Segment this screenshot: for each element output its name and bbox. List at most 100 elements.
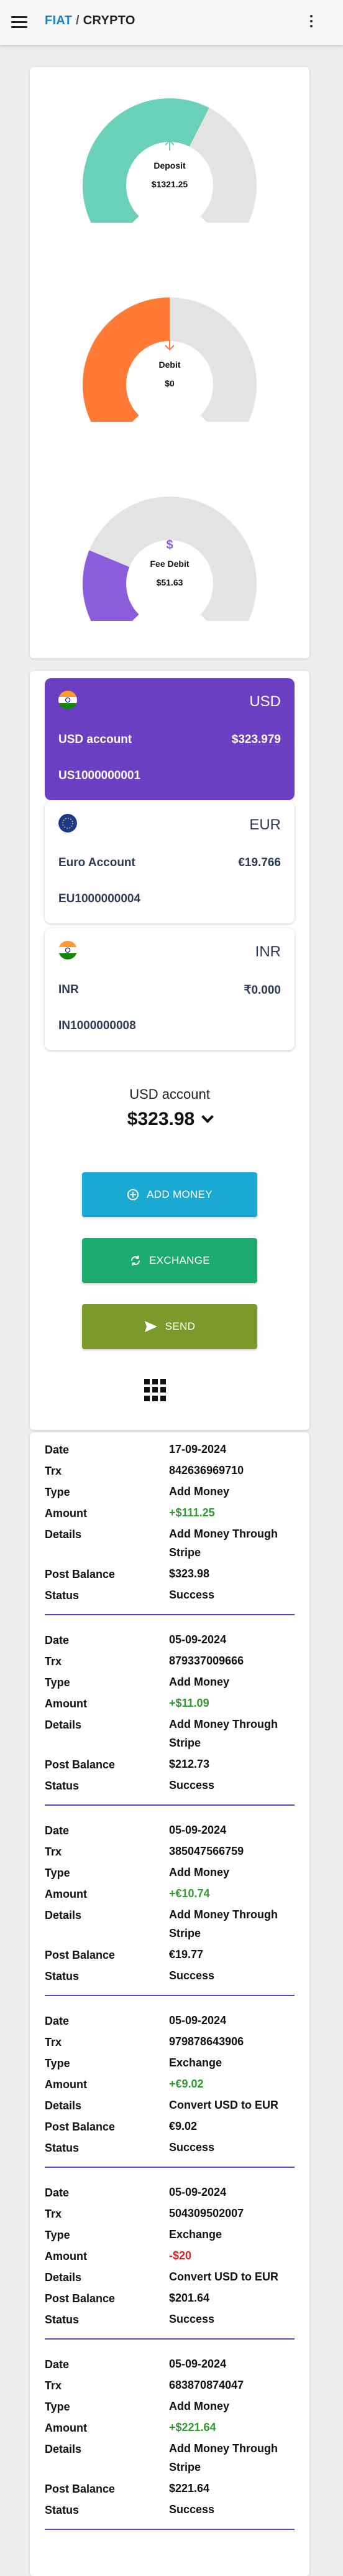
app-title: FIAT / CRYPTO [45, 14, 135, 28]
tx-row-date: Date 05-09-2024 [45, 1630, 295, 1651]
fee-debit-value: $51.63 [156, 577, 183, 587]
deposit-gauge: Deposit $1321.25 [30, 73, 309, 223]
fee-debit-gauge-chart: $ [83, 497, 257, 621]
debit-label: Debit [158, 360, 181, 370]
tx-row-trx: Trx 504309502007 [45, 2204, 295, 2225]
tx-value: $212.73 [169, 1758, 210, 1770]
tx-label: Status [45, 2313, 80, 2326]
account-currency: USD [249, 693, 281, 710]
tx-row-status: Status Success [45, 2500, 295, 2521]
tx-row-date: Date 05-09-2024 [45, 2011, 295, 2032]
transactions-card: Date 17-09-2024 Trx 842636969710 Type Add Mon… [30, 1432, 309, 2576]
tx-label: Status [45, 2142, 80, 2154]
tx-row-post-balance: Post Balance €9.02 [45, 2117, 295, 2138]
account-card-usd[interactable]: USD USD account $323.979 US1000000001 [45, 678, 295, 800]
tx-label: Details [45, 1719, 82, 1731]
tx-row-status: Status Success [45, 1966, 295, 1987]
tx-value: 17-09-2024 [169, 1443, 227, 1455]
tx-row-status: Status Success [45, 1585, 295, 1607]
tx-row-amount: Amount -$20 [45, 2246, 295, 2267]
transaction-item: Date 05-09-2024 Trx 979878643906 Type Exchang… [45, 2011, 295, 2168]
exchange-button[interactable]: EXCHANGE [82, 1238, 257, 1283]
tx-label: Date [45, 2015, 70, 2027]
tx-label: Post Balance [45, 1949, 116, 1961]
tx-label: Post Balance [45, 2292, 116, 2305]
tx-label: Trx [45, 1655, 62, 1668]
chevron-down-icon[interactable] [201, 1111, 214, 1123]
brand-separator: / [72, 14, 83, 27]
send-icon [144, 1320, 158, 1333]
menu-icon[interactable] [11, 16, 27, 29]
tx-value: Add Money Through Stripe [169, 1528, 278, 1559]
debit-gauge-chart [83, 297, 257, 422]
send-label: SEND [165, 1320, 196, 1332]
add-money-label: ADD MONEY [147, 1188, 213, 1200]
selected-account-balance: $323.98 [127, 1109, 195, 1129]
account-selector[interactable]: $323.98 [30, 1109, 309, 1130]
tx-value: 05-09-2024 [169, 1824, 227, 1836]
tx-label: Amount [45, 1507, 87, 1519]
tx-row-details: Details Add Money Through Stripe [45, 2439, 295, 2479]
tx-row-post-balance: Post Balance $221.64 [45, 2479, 295, 2500]
account-card-eur[interactable]: EUR Euro Account €19.766 EU1000000004 [45, 801, 295, 923]
tx-value: 05-09-2024 [169, 2014, 227, 2027]
tx-row-type: Type Add Money [45, 1863, 295, 1884]
gauge-fill [83, 98, 209, 223]
tx-value: Convert USD to EUR [169, 2099, 279, 2111]
account-currency: EUR [249, 816, 281, 833]
tx-label: Type [45, 2057, 70, 2070]
tx-row-type: Type Exchange [45, 2225, 295, 2246]
tx-value: 879337009666 [169, 1654, 244, 1667]
sync-icon [129, 1254, 142, 1267]
tx-label: Post Balance [45, 2121, 116, 2133]
tx-label: Date [45, 1444, 70, 1456]
account-balance: €19.766 [238, 856, 281, 869]
tx-row-status: Status Success [45, 1776, 295, 1797]
more-options-icon[interactable] [308, 15, 314, 30]
accounts-card: USD USD account $323.979 US1000000001 EU… [30, 671, 309, 1430]
tx-value: Success [169, 1589, 215, 1601]
tx-row-post-balance: Post Balance $212.73 [45, 1755, 295, 1776]
tx-row-details: Details Add Money Through Stripe [45, 1715, 295, 1755]
tx-value: 385047566759 [169, 1845, 244, 1857]
transaction-item: Date 05-09-2024 Trx 504309502007 Type Exchang… [45, 2183, 295, 2340]
tx-row-trx: Trx 683870874047 [45, 2376, 295, 2397]
divider [45, 1804, 295, 1806]
tx-label: Trx [45, 2036, 62, 2048]
tx-label: Amount [45, 2422, 87, 2434]
tx-value: 504309502007 [169, 2207, 244, 2219]
exchange-label: EXCHANGE [149, 1254, 210, 1266]
tx-value: 05-09-2024 [169, 1633, 227, 1646]
divider [45, 2167, 295, 2168]
tx-label: Date [45, 2358, 70, 2371]
transaction-item: Date 05-09-2024 Trx 683870874047 Type Add Mon… [45, 2354, 295, 2530]
tx-row-details: Details Convert USD to EUR [45, 2267, 295, 2289]
svg-text:$: $ [166, 538, 173, 552]
tx-value: $221.64 [169, 2482, 210, 2494]
summary-card: Deposit $1321.25 Debit $0 $ Fee Debit $5… [30, 67, 309, 658]
tx-label: Post Balance [45, 2483, 116, 2495]
tx-value: Add Money Through Stripe [169, 1908, 278, 1939]
send-button[interactable]: SEND [82, 1304, 257, 1349]
tx-value: Success [169, 2141, 215, 2154]
tx-label: Details [45, 1909, 82, 1921]
add-money-button[interactable]: ADD MONEY [82, 1172, 257, 1217]
tx-label: Date [45, 1824, 70, 1837]
transaction-item: Date 17-09-2024 Trx 842636969710 Type Add Mon… [45, 1440, 295, 1615]
apps-grid-icon[interactable] [144, 1379, 167, 1401]
tx-label: Date [45, 1634, 70, 1646]
tx-value: $201.64 [169, 2292, 210, 2304]
tx-row-amount: Amount +€10.74 [45, 1884, 295, 1905]
tx-value: Add Money [169, 1866, 229, 1878]
tx-label: Amount [45, 1697, 87, 1710]
account-card-inr[interactable]: INR INR ₹0.000 IN1000000008 [45, 928, 295, 1050]
tx-value: 05-09-2024 [169, 2186, 227, 2198]
tx-value: Convert USD to EUR [169, 2270, 279, 2283]
debit-value: $0 [165, 378, 175, 388]
tx-value: €9.02 [169, 2120, 198, 2132]
tx-row-trx: Trx 979878643906 [45, 2032, 295, 2053]
account-name: Euro Account [58, 856, 135, 869]
india-flag-icon [58, 691, 77, 709]
gauge-fill [83, 297, 171, 422]
tx-value: Success [169, 1779, 215, 1791]
